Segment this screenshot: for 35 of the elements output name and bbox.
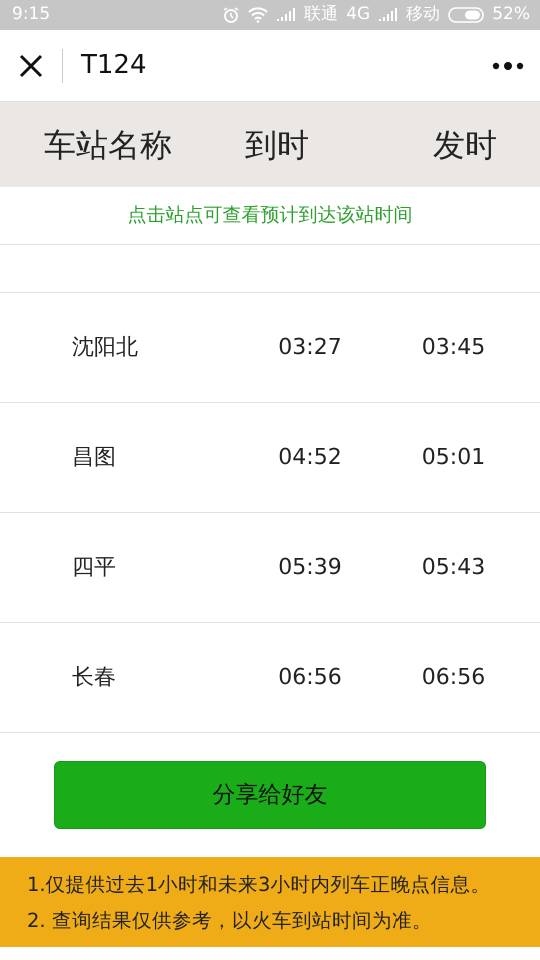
arrival-time: 05:39 (278, 555, 342, 580)
station-name: 长春 (72, 665, 116, 690)
station-name: 沈阳北 (72, 335, 138, 360)
share-button[interactable]: 分享给好友 (54, 761, 486, 829)
departure-time: 03:45 (422, 335, 486, 360)
arrival-time: 03:27 (278, 335, 342, 360)
station-row[interactable]: 长春 06:56 06:56 (0, 623, 540, 733)
more-icon (492, 61, 524, 72)
notice-text: 2. 查询结果仅供参考，以火车到站时间为准。 (27, 909, 432, 932)
network-type: 4G (346, 3, 370, 26)
station-row[interactable]: 昌图 04:52 05:01 (0, 403, 540, 513)
hint-text: 点击站点可查看预计到达该站时间 (128, 203, 412, 228)
signal-icon (378, 8, 398, 22)
departure-time: 05:43 (422, 555, 486, 580)
notice-text: 1.仅提供过去1小时和未来3小时内列车正晚点信息。 (27, 873, 490, 896)
battery-icon (448, 7, 484, 23)
station-row[interactable]: 沈阳北 03:27 03:45 (0, 293, 540, 403)
column-header: 发时 (433, 126, 497, 164)
column-header: 到时 (245, 126, 309, 164)
station-name: 昌图 (72, 445, 116, 470)
station-row[interactable]: 四平 05:39 05:43 (0, 513, 540, 623)
arrival-time: 04:52 (278, 445, 342, 470)
carrier-name: 联通 (304, 3, 338, 26)
departure-time: 06:56 (422, 665, 486, 690)
arrival-time: 06:56 (278, 665, 342, 690)
departure-time: 05:01 (422, 445, 486, 470)
station-name: 四平 (72, 555, 116, 580)
wifi-icon (248, 7, 268, 23)
column-header: 车站名称 (44, 126, 172, 164)
carrier-name: 移动 (406, 3, 440, 26)
battery-percent: 52% (492, 3, 530, 26)
page-title: T124 (81, 49, 147, 82)
signal-icon (276, 8, 296, 22)
status-time: 9:15 (12, 3, 50, 26)
alarm-icon (222, 6, 240, 24)
